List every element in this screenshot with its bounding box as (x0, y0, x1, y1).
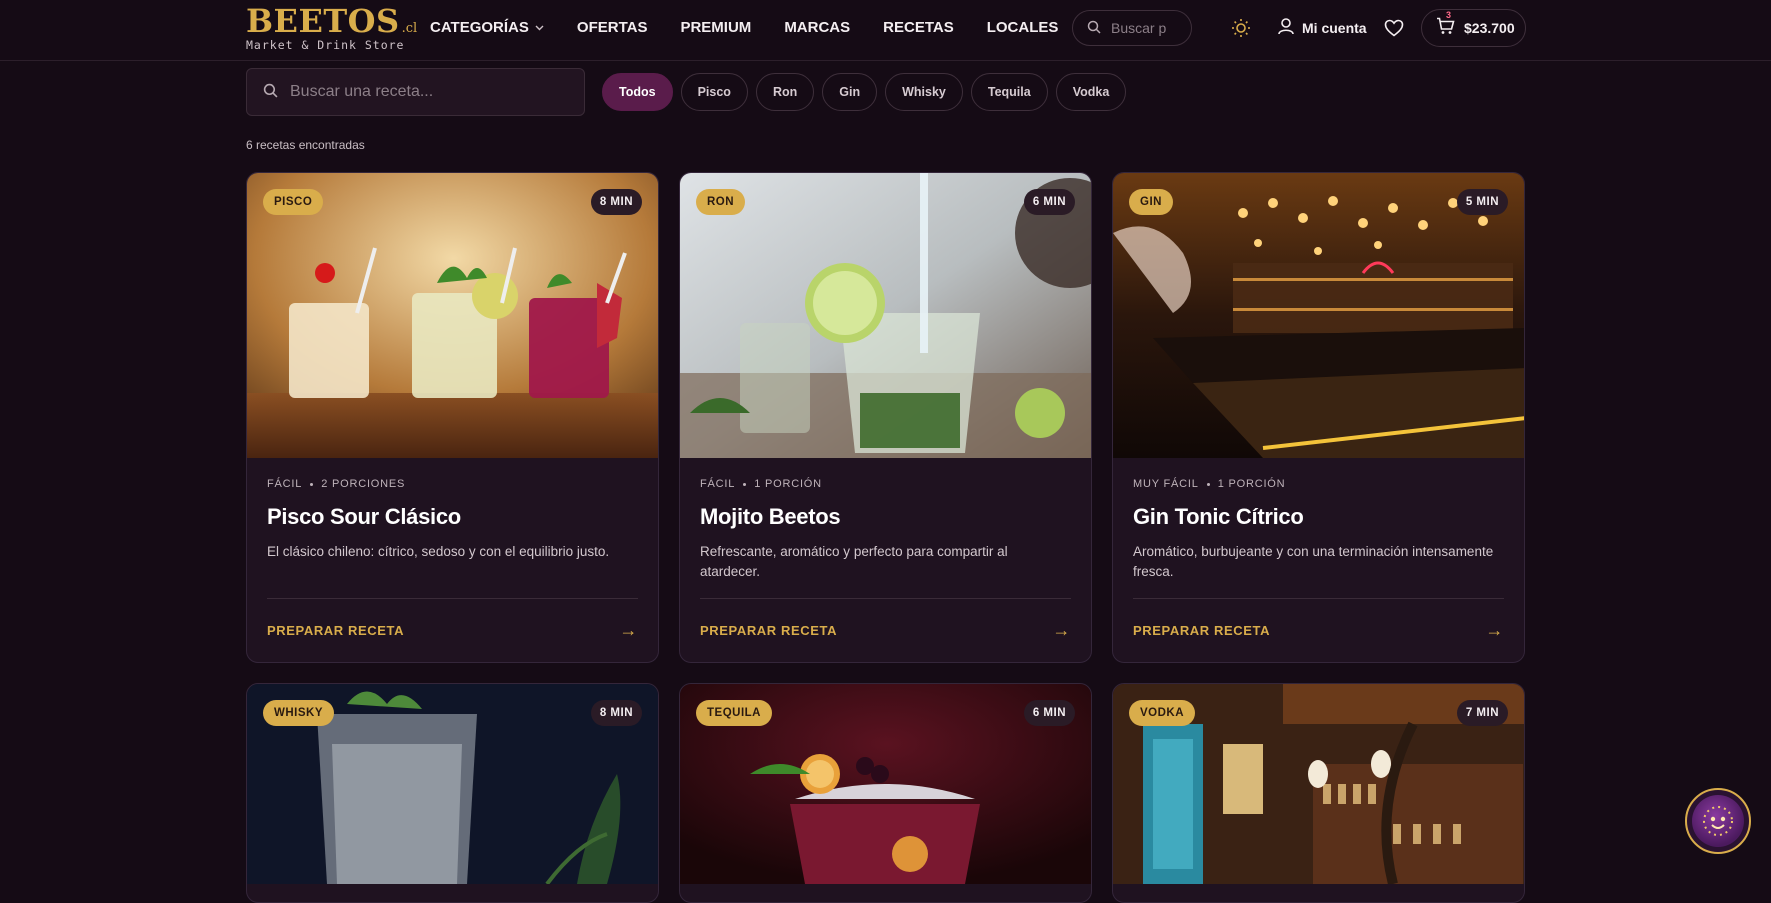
recipe-meta: FÁCIL 2 PORCIONES (267, 478, 638, 490)
assistant-icon (1692, 795, 1744, 847)
time-badge: 8 MIN (590, 700, 642, 726)
divider (1133, 598, 1504, 599)
prepare-recipe-link[interactable]: PREPARAR RECETA → (1133, 620, 1504, 641)
meta-separator (743, 482, 747, 486)
chip-ron[interactable]: Ron (755, 73, 815, 111)
chip-tequila[interactable]: Tequila (970, 73, 1048, 111)
divider (267, 598, 638, 599)
logo-tagline: Market & Drink Store (246, 38, 405, 52)
nav-label: CATEGORÍAS (430, 19, 529, 36)
recipe-description: Refrescante, aromático y perfecto para c… (700, 544, 1008, 579)
account-label: Mi cuenta (1302, 19, 1367, 36)
prepare-recipe-link[interactable]: PREPARAR RECETA → (267, 620, 638, 641)
prepare-recipe-link[interactable]: PREPARAR RECETA → (700, 620, 1071, 641)
nav-recetas[interactable]: RECETAS (883, 19, 954, 36)
difficulty: FÁCIL (700, 478, 736, 490)
cart-button[interactable]: 3 $23.700 (1421, 9, 1526, 47)
search-icon (263, 83, 278, 102)
recipe-title: Mojito Beetos (700, 504, 841, 529)
recipe-card[interactable]: VODKA 7 MIN (1112, 683, 1525, 903)
logo-brand: BEETOS (246, 2, 400, 40)
time-badge: 7 MIN (1456, 700, 1508, 726)
time-badge: 5 MIN (1456, 189, 1508, 215)
cta-label: PREPARAR RECETA (700, 623, 838, 638)
portions: 1 PORCIÓN (754, 478, 822, 490)
nav-marcas[interactable]: MARCAS (784, 19, 850, 36)
recipe-title: Gin Tonic Cítrico (1133, 504, 1304, 529)
search-icon (1087, 19, 1101, 38)
nav-categorias[interactable]: CATEGORÍAS (430, 19, 544, 36)
heart-icon[interactable] (1382, 16, 1406, 40)
chevron-down-icon (535, 23, 544, 33)
header-search (1072, 10, 1192, 46)
meta-separator (310, 482, 314, 486)
nav-premium[interactable]: PREMIUM (680, 19, 751, 36)
chip-gin[interactable]: Gin (822, 73, 878, 111)
portions: 2 PORCIONES (321, 478, 406, 490)
category-badge: VODKA (1129, 700, 1196, 726)
nav-ofertas[interactable]: OFERTAS (577, 19, 648, 36)
cta-label: PREPARAR RECETA (267, 623, 405, 638)
recipe-image: VODKA 7 MIN (1113, 684, 1524, 884)
recipe-card[interactable]: TEQUILA 6 MIN (679, 683, 1092, 903)
site-header: BEETOS .cl Market & Drink Store CATEGORÍA… (0, 0, 1771, 61)
difficulty: MUY FÁCIL (1133, 478, 1199, 490)
card-body: FÁCIL 2 PORCIONES Pisco Sour Clásico El … (247, 458, 658, 662)
recipe-description: El clásico chileno: cítrico, sedoso y co… (267, 544, 610, 559)
card-body: MUY FÁCIL 1 PORCIÓN Gin Tonic Cítrico Ar… (1113, 458, 1524, 662)
arrow-right-icon: → (619, 620, 638, 640)
recipe-title: Pisco Sour Clásico (267, 504, 461, 529)
recipe-image: RON 6 MIN (680, 173, 1091, 458)
user-icon (1277, 17, 1295, 38)
category-badge: WHISKY (263, 700, 334, 726)
sun-icon[interactable] (1229, 16, 1253, 40)
recipe-search-input[interactable] (288, 82, 572, 102)
filter-chips: Todos Pisco Ron Gin Whisky Tequila Vodka (602, 73, 1127, 111)
time-badge: 8 MIN (590, 189, 642, 215)
divider (700, 598, 1071, 599)
recipe-card[interactable]: WHISKY 8 MIN (246, 683, 659, 903)
category-badge: TEQUILA (696, 700, 772, 726)
portions: 1 PORCIÓN (1217, 478, 1286, 490)
logo-tld: .cl (401, 21, 418, 36)
arrow-right-icon: → (1485, 620, 1504, 640)
result-count: 6 recetas encontradas (246, 138, 365, 152)
account-button[interactable]: Mi cuenta (1277, 17, 1367, 38)
time-badge: 6 MIN (1023, 700, 1075, 726)
main-nav: CATEGORÍAS OFERTAS PREMIUM MARCAS RECETA… (430, 19, 1091, 36)
category-badge: RON (696, 189, 746, 215)
recipe-search (246, 68, 585, 116)
time-badge: 6 MIN (1023, 189, 1075, 215)
category-badge: PISCO (263, 189, 324, 215)
chip-pisco[interactable]: Pisco (680, 73, 748, 111)
cart-total: $23.700 (1464, 20, 1515, 36)
chat-assistant-button[interactable] (1685, 788, 1751, 854)
chip-vodka[interactable]: Vodka (1055, 73, 1127, 111)
recipe-meta: FÁCIL 1 PORCIÓN (700, 478, 1071, 490)
recipe-card[interactable]: GIN 5 MIN MUY FÁCIL 1 PORCIÓN Gin Tonic … (1112, 172, 1525, 663)
recipe-image: PISCO 8 MIN (247, 173, 658, 458)
difficulty: FÁCIL (267, 478, 303, 490)
meta-separator (1206, 482, 1210, 486)
recipe-description: Aromático, burbujeante y con una termina… (1133, 544, 1494, 579)
recipe-meta: MUY FÁCIL 1 PORCIÓN (1133, 478, 1504, 490)
recipe-card[interactable]: PISCO 8 MIN FÁCIL 2 PORCIONES Pisco Sour… (246, 172, 659, 663)
recipe-image: TEQUILA 6 MIN (680, 684, 1091, 884)
logo[interactable]: BEETOS .cl Market & Drink Store (246, 4, 417, 52)
cart-count: 3 (1446, 10, 1452, 20)
header-search-input[interactable] (1109, 19, 1185, 37)
recipe-image: WHISKY 8 MIN (247, 684, 658, 884)
recipe-card[interactable]: RON 6 MIN FÁCIL 1 PORCIÓN Mojito Beetos … (679, 172, 1092, 663)
card-body: FÁCIL 1 PORCIÓN Mojito Beetos Refrescant… (680, 458, 1091, 662)
cart-icon (1436, 17, 1455, 39)
arrow-right-icon: → (1052, 620, 1071, 640)
chip-todos[interactable]: Todos (602, 73, 673, 111)
chip-whisky[interactable]: Whisky (885, 73, 963, 111)
nav-locales[interactable]: LOCALES (987, 19, 1059, 36)
cta-label: PREPARAR RECETA (1133, 623, 1271, 638)
category-badge: GIN (1129, 189, 1173, 215)
recipe-image: GIN 5 MIN (1113, 173, 1524, 458)
